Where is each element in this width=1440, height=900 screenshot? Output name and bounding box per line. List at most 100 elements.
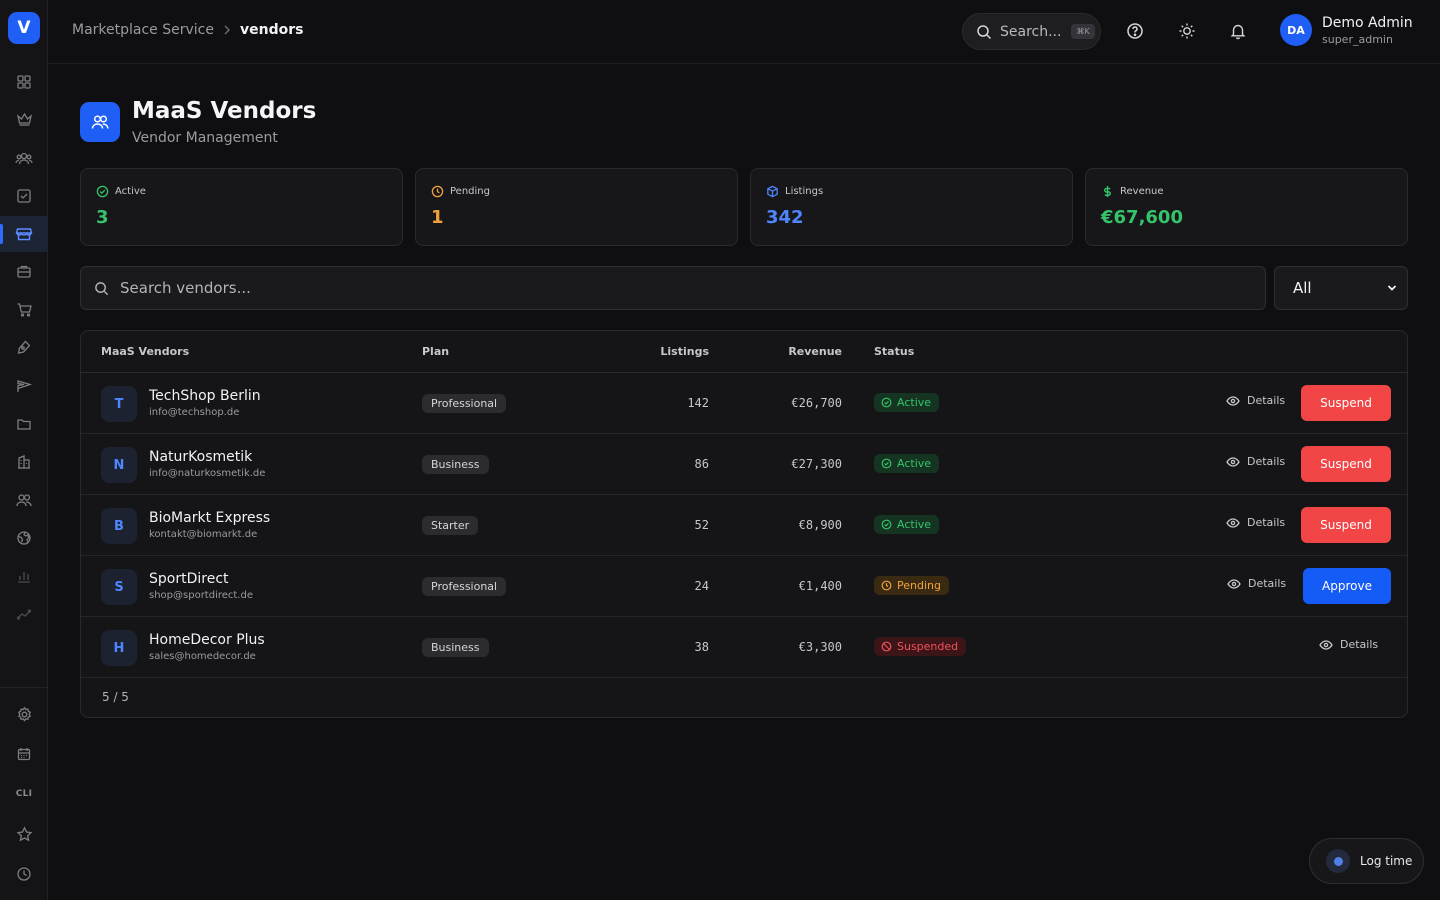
column-header-status[interactable]: Status (874, 345, 914, 358)
building-icon (18, 455, 30, 469)
search-icon (95, 281, 109, 295)
plan-badge: Business (422, 455, 489, 474)
vendor-name: TechShop Berlin (149, 388, 261, 404)
eye-icon (1226, 456, 1240, 467)
table-row: S SportDirect shop@sportdirect.de Profes… (81, 556, 1407, 617)
sidebar-item-crown[interactable] (0, 101, 48, 137)
log-time-button[interactable]: Log time (1309, 838, 1424, 884)
help-button[interactable] (1124, 20, 1146, 42)
sidebar-item-vendors[interactable] (0, 216, 48, 252)
eye-icon (1227, 578, 1241, 589)
stat-label-pending: Pending (450, 186, 490, 197)
details-button[interactable]: Details (1226, 516, 1285, 529)
timer-dot-icon (1326, 849, 1350, 873)
table-row: N NaturKosmetik info@naturkosmetik.de Bu… (81, 434, 1407, 495)
plan-badge: Professional (422, 394, 507, 413)
user-role: super_admin (1322, 32, 1393, 46)
suspend-button[interactable]: Suspend (1301, 385, 1391, 421)
details-button[interactable]: Details (1227, 577, 1286, 590)
sidebar-item-globe[interactable] (0, 520, 48, 556)
stat-value-active: 3 (96, 207, 109, 228)
checkbox-icon (17, 189, 31, 203)
vendor-avatar: S (101, 569, 137, 605)
plan-badge: Business (422, 638, 489, 657)
status-text: Suspended (897, 640, 959, 653)
approve-button[interactable]: Approve (1303, 568, 1391, 604)
log-time-label: Log time (1360, 854, 1413, 868)
clock-icon (881, 580, 892, 591)
vendor-email: kontakt@biomarkt.de (149, 529, 258, 540)
chevron-down-icon (1387, 285, 1397, 291)
sidebar-item-favorites[interactable] (0, 816, 48, 852)
sidebar-item-team[interactable] (0, 482, 48, 518)
sidebar-item-settings[interactable] (0, 696, 48, 732)
plan-badge: Starter (422, 516, 479, 535)
sidebar-item-campaigns[interactable] (0, 368, 48, 404)
vendor-listings: 86 (694, 457, 709, 471)
status-text: Active (897, 396, 932, 409)
sidebar-item-history[interactable] (0, 856, 48, 892)
pagination-count: 5 / 5 (102, 690, 129, 704)
check-circle-icon (881, 519, 892, 530)
vendor-email: shop@sportdirect.de (149, 590, 253, 601)
details-label: Details (1248, 577, 1287, 590)
vendor-name: NaturKosmetik (149, 449, 253, 465)
vendor-revenue: €1,400 (798, 579, 842, 593)
sidebar-item-cart[interactable] (0, 292, 48, 328)
details-button[interactable]: Details (1226, 394, 1285, 407)
crown-icon (16, 112, 32, 126)
status-badge: Active (874, 454, 940, 473)
sidebar-item-trends[interactable] (0, 596, 48, 632)
page-subtitle: Vendor Management (132, 130, 278, 146)
sidebar-item-dashboard[interactable] (0, 64, 48, 100)
user-menu[interactable]: DA Demo Admin super_admin (1280, 14, 1413, 46)
shortcut-hint: ⌘K (1071, 24, 1095, 39)
ban-icon (881, 641, 892, 652)
column-header-plan[interactable]: Plan (422, 345, 449, 358)
details-button[interactable]: Details (1319, 638, 1378, 651)
plan-badge: Professional (422, 577, 507, 596)
sidebar-item-files[interactable] (0, 406, 48, 442)
status-text: Active (897, 457, 932, 470)
global-search-button[interactable]: Search... ⌘K (962, 13, 1101, 50)
vendor-revenue: €8,900 (798, 518, 842, 532)
sidebar-item-cli[interactable]: CLI (0, 776, 48, 812)
breadcrumb-parent[interactable]: Marketplace Service (72, 22, 214, 38)
sidebar: V CLI (0, 0, 48, 900)
sidebar-item-analytics[interactable] (0, 558, 48, 594)
theme-toggle-button[interactable] (1176, 20, 1198, 42)
breadcrumb: Marketplace Service vendors (72, 22, 303, 38)
trend-icon (16, 609, 32, 620)
table-row: H HomeDecor Plus sales@homedecor.de Busi… (81, 617, 1407, 678)
app-logo[interactable]: V (8, 12, 40, 44)
suspend-button[interactable]: Suspend (1301, 507, 1391, 543)
vendor-search-box (80, 266, 1266, 310)
sidebar-item-users[interactable] (0, 140, 48, 176)
details-button[interactable]: Details (1226, 455, 1285, 468)
star-icon (16, 826, 32, 842)
details-label: Details (1340, 638, 1379, 651)
team-icon (16, 494, 32, 507)
column-header-vendor[interactable]: MaaS Vendors (101, 345, 189, 358)
notifications-button[interactable] (1227, 20, 1249, 42)
table-row: B BioMarkt Express kontakt@biomarkt.de S… (81, 495, 1407, 556)
status-filter-select[interactable]: All (1274, 266, 1408, 310)
stat-card-active: Active 3 (80, 168, 403, 246)
column-header-listings[interactable]: Listings (660, 345, 709, 358)
folder-icon (17, 419, 31, 430)
column-header-revenue[interactable]: Revenue (788, 345, 842, 358)
sidebar-item-pen[interactable] (0, 329, 48, 365)
vendor-search-input[interactable] (120, 279, 1220, 297)
sidebar-item-calendar[interactable] (0, 736, 48, 772)
vendors-table: MaaS Vendors Plan Listings Revenue Statu… (80, 330, 1408, 718)
bar-chart-icon (18, 572, 30, 583)
sun-icon (1179, 23, 1195, 39)
table-row: T TechShop Berlin info@techshop.de Profe… (81, 373, 1407, 434)
suspend-button[interactable]: Suspend (1301, 446, 1391, 482)
sidebar-item-tasks[interactable] (0, 178, 48, 214)
clock-icon (431, 185, 444, 198)
vendor-revenue: €27,300 (791, 457, 842, 471)
sidebar-item-buildings[interactable] (0, 444, 48, 480)
sidebar-item-briefcase[interactable] (0, 253, 48, 289)
calendar-icon (17, 748, 31, 761)
